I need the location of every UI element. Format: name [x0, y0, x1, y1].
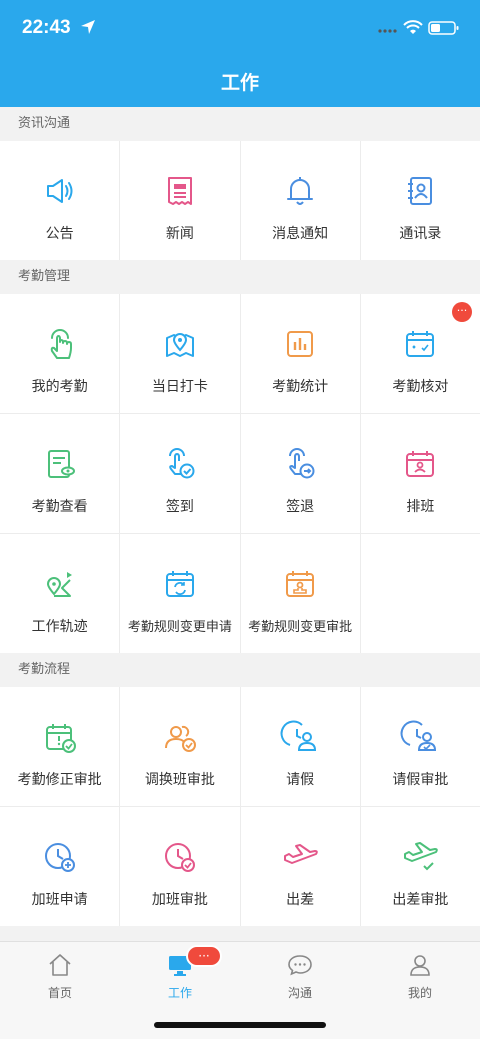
clock-person-approve-icon	[400, 720, 437, 751]
grid-attendance: 我的考勤 当日打卡 考勤统计 考勤核对 ··· 考勤查看 签到 签退 排班 工作…	[0, 294, 480, 653]
calendar-refresh-icon	[165, 571, 194, 597]
grid-item-label: 出差	[286, 892, 315, 908]
tab-work[interactable]: 工作	[120, 942, 240, 1002]
location-arrow-icon	[81, 20, 95, 34]
grid-item-my-attendance[interactable]: 我的考勤	[0, 294, 120, 413]
route-icon	[46, 572, 72, 597]
tab-label: 首页	[47, 986, 72, 1000]
signal-icon	[378, 29, 397, 33]
document-view-icon	[47, 450, 75, 478]
grid-item-scheduling[interactable]: 排班	[360, 414, 480, 533]
grid-item-label: 考勤核对	[392, 379, 449, 395]
chat-bubble-icon	[288, 955, 312, 976]
grid-item-label: 我的考勤	[31, 379, 88, 395]
grid-item-attendance-stats[interactable]: 考勤统计	[240, 294, 360, 413]
grid-info: 公告 新闻 消息通知 通讯录	[0, 141, 480, 260]
wifi-icon	[403, 20, 423, 34]
clock-plus-icon	[44, 843, 75, 872]
section-header-info: 资讯沟通	[0, 107, 480, 141]
grid-process: 考勤修正审批 调换班审批 请假 请假审批 加班申请 加班审批 出差 出差审批	[0, 687, 480, 926]
notification-badge: ···	[452, 302, 472, 322]
grid-item-label: 排班	[406, 499, 435, 515]
grid-item-label: 通讯录	[399, 226, 442, 242]
bell-icon	[287, 177, 314, 205]
grid-item-label: 新闻	[165, 226, 194, 242]
battery-icon	[428, 21, 459, 35]
sign-in-icon	[168, 448, 195, 479]
tab-chat[interactable]: 沟通	[240, 942, 360, 1002]
grid-item-shift-swap-approval[interactable]: 调换班审批	[120, 687, 240, 806]
section-header-process: 考勤流程	[0, 653, 480, 687]
grid-item-label: 考勤规则变更审批	[248, 620, 353, 635]
tab-profile[interactable]: 我的	[360, 942, 480, 1002]
airplane-check-icon	[404, 842, 439, 871]
tab-label: 我的	[407, 986, 432, 1000]
grid-item-rule-change-request[interactable]: 考勤规则变更申请	[120, 534, 240, 653]
grid-item-label: 考勤统计	[272, 379, 329, 395]
calendar-check-icon	[406, 331, 435, 357]
grid-item-sign-out[interactable]: 签退	[240, 414, 360, 533]
bar-stats-icon	[287, 331, 314, 357]
grid-item-daily-clock-in[interactable]: 当日打卡	[120, 294, 240, 413]
grid-item-contacts[interactable]: 通讯录	[360, 141, 480, 260]
grid-item-label: 加班申请	[31, 892, 88, 908]
grid-item-label: 工作轨迹	[31, 619, 88, 635]
grid-item-label: 出差审批	[392, 892, 449, 908]
grid-item-label: 考勤规则变更申请	[127, 620, 232, 635]
tab-home[interactable]: 首页	[0, 942, 120, 1002]
grid-item-label: 请假审批	[392, 772, 449, 788]
bottom-tab-bar: 首页 工作 ··· 沟通 我的	[0, 941, 480, 1039]
megaphone-icon	[46, 179, 73, 203]
workbench-content[interactable]: 资讯沟通 公告 新闻 消息通知 通讯录 考勤管理 我的考勤 当日打卡 考勤统计 …	[0, 107, 480, 941]
people-swap-icon	[164, 725, 196, 752]
status-time: 22:43	[22, 17, 71, 38]
top-bar: 22:43 工作	[0, 0, 480, 107]
grid-item-label: 加班审批	[151, 892, 208, 908]
home-icon	[49, 954, 71, 976]
calendar-alert-icon	[45, 724, 76, 753]
grid-item-news[interactable]: 新闻	[120, 141, 240, 260]
contacts-book-icon	[408, 177, 433, 205]
grid-item-label: 考勤修正审批	[17, 772, 102, 788]
grid-item-announcement[interactable]: 公告	[0, 141, 120, 260]
grid-item-empty	[360, 534, 480, 653]
sign-out-icon	[289, 448, 315, 479]
person-icon	[410, 955, 430, 976]
grid-item-overtime-approval[interactable]: 加班审批	[120, 807, 240, 926]
grid-item-sign-in[interactable]: 签到	[120, 414, 240, 533]
grid-item-label: 请假	[286, 772, 315, 788]
clock-check-icon	[164, 843, 195, 872]
grid-item-business-trip[interactable]: 出差	[240, 807, 360, 926]
grid-item-leave[interactable]: 请假	[240, 687, 360, 806]
map-pin-icon	[165, 333, 194, 357]
grid-item-rule-change-approval[interactable]: 考勤规则变更审批	[240, 534, 360, 653]
grid-item-label: 当日打卡	[151, 379, 208, 395]
grid-item-label: 公告	[45, 226, 74, 242]
calendar-stamp-icon	[286, 571, 315, 597]
newspaper-icon	[167, 177, 192, 205]
grid-item-notification[interactable]: 消息通知	[240, 141, 360, 260]
tab-work-badge: ···	[186, 945, 222, 967]
grid-item-leave-approval[interactable]: 请假审批	[360, 687, 480, 806]
grid-item-business-trip-approval[interactable]: 出差审批	[360, 807, 480, 926]
grid-item-label: 调换班审批	[144, 772, 215, 788]
finger-tap-icon	[50, 329, 72, 359]
tab-label: 沟通	[287, 986, 312, 1000]
grid-item-label: 消息通知	[272, 226, 329, 242]
grid-item-label: 考勤查看	[31, 499, 88, 515]
home-indicator	[154, 1022, 326, 1028]
tab-label: 工作	[167, 986, 192, 1000]
grid-item-label: 签退	[286, 499, 315, 515]
grid-item-attendance-view[interactable]: 考勤查看	[0, 414, 120, 533]
grid-item-correction-approval[interactable]: 考勤修正审批	[0, 687, 120, 806]
calendar-person-icon	[406, 451, 435, 477]
section-header-attendance: 考勤管理	[0, 260, 480, 294]
grid-item-label: 签到	[165, 499, 194, 515]
page-title: 工作	[220, 72, 259, 94]
grid-item-work-track[interactable]: 工作轨迹	[0, 534, 120, 653]
grid-item-attendance-check[interactable]: 考勤核对 ···	[360, 294, 480, 413]
clock-person-icon	[280, 720, 317, 751]
grid-item-overtime-request[interactable]: 加班申请	[0, 807, 120, 926]
airplane-icon	[284, 844, 318, 864]
